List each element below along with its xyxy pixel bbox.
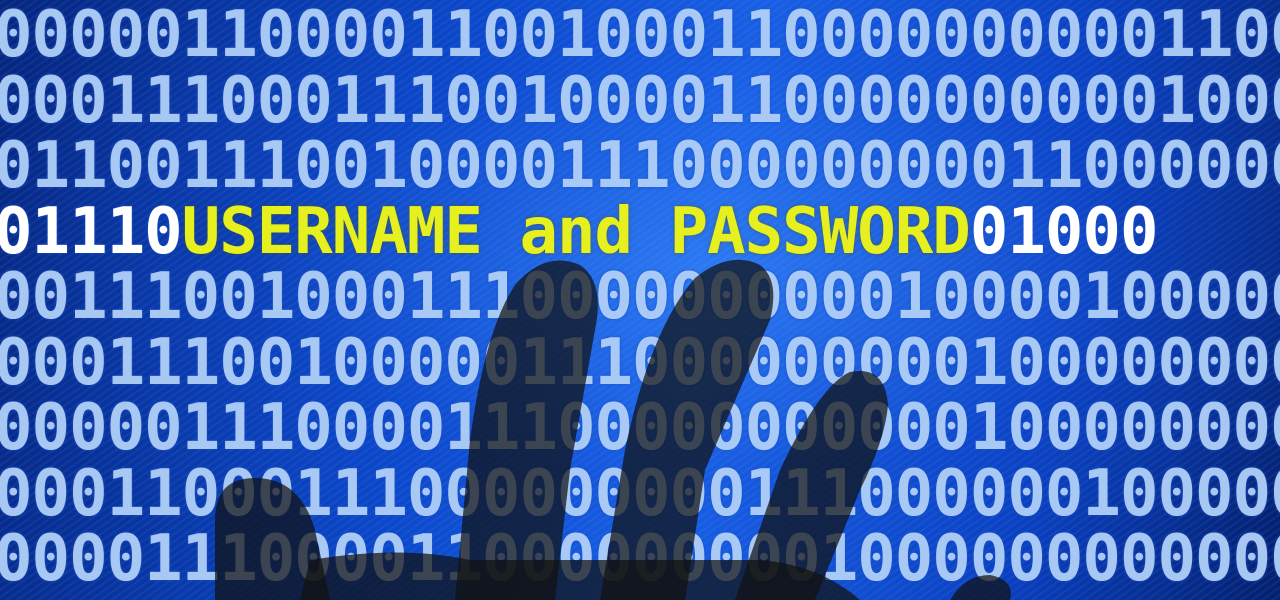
binary-row: 01100111001000011100000000011000000 (0, 129, 1280, 203)
caption-row: 01110USERNAME and PASSWORD01000 (0, 199, 1280, 265)
caption-username: USERNAME (181, 194, 483, 269)
binary-row: 00000110000110010001100000000001100 (0, 0, 1280, 72)
binary-row: 00011000111000000000111000000100000 (0, 456, 1280, 531)
binary-row: 00011100011100100001100000000001000 (0, 63, 1280, 138)
binary-row: 00001110000110000000001000000000000 (0, 522, 1280, 596)
binary-row: 00011100100000111000000000100000000 (0, 325, 1280, 400)
caption-password: PASSWORD (669, 194, 971, 269)
caption-prefix-digits: 01110 (0, 194, 183, 269)
binary-code-illustration: 00000110000110010001100000000001100 0001… (0, 0, 1280, 600)
binary-row: 00000111000011100000000000100000000 (0, 391, 1280, 465)
caption-suffix-digits: 01000 (969, 194, 1159, 269)
binary-row: 00111001000111000000000010000100000 (0, 260, 1280, 334)
caption-and: and (519, 194, 633, 269)
binary-rows: 00000110000110010001100000000001100 0001… (0, 2, 1280, 592)
